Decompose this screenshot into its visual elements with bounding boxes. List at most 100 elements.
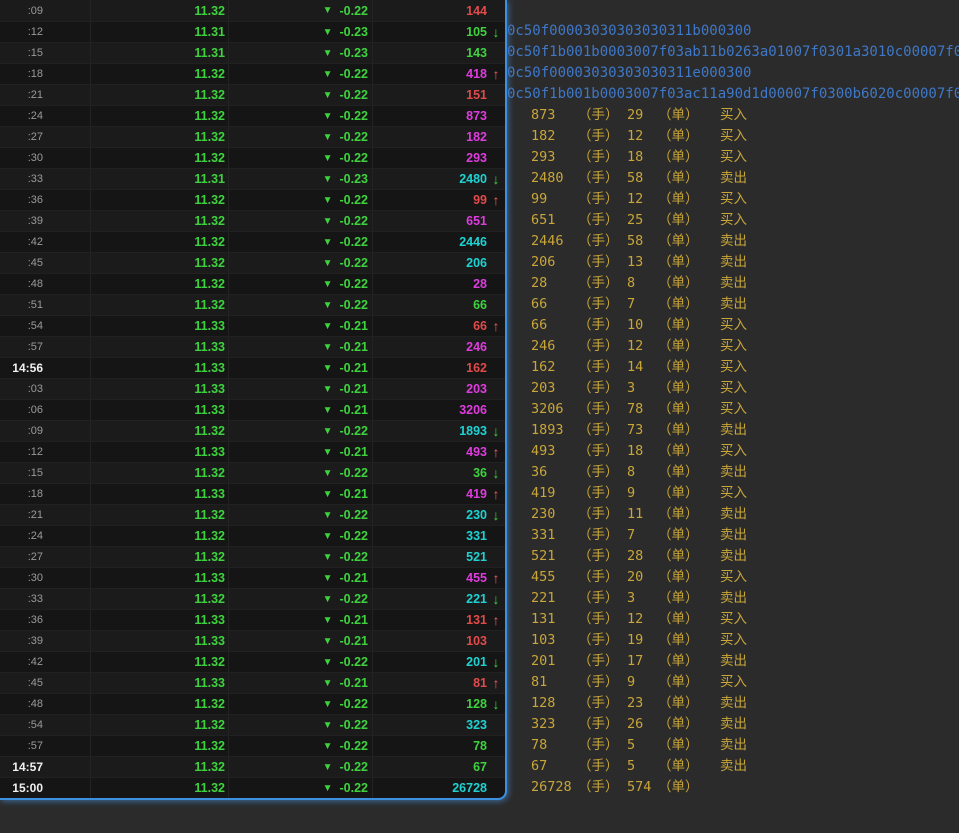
- detail-volume: 293: [531, 147, 578, 168]
- detail-direction: 买入: [720, 672, 747, 693]
- table-row[interactable]: :3911.33▼-0.21103: [0, 630, 505, 651]
- detail-volume: 28: [531, 273, 578, 294]
- price-change: ▼-0.23: [228, 43, 372, 63]
- hex-log: 0c50f00003030303030311b0003000c50f1b001b…: [507, 21, 959, 105]
- orders-label: （单）: [658, 693, 720, 714]
- down-triangle-icon: ▼: [323, 48, 333, 59]
- detail-volume: 81: [531, 672, 578, 693]
- trade-price: 11.32: [90, 757, 228, 777]
- trade-price: 11.32: [90, 148, 228, 168]
- detail-order-count: 8: [627, 273, 658, 294]
- detail-order-count: 29: [627, 105, 658, 126]
- table-row[interactable]: :2111.32▼-0.22151: [0, 84, 505, 105]
- lots-label: （手）: [578, 105, 627, 126]
- trade-volume: 99: [372, 190, 487, 210]
- trade-price: 11.31: [90, 43, 228, 63]
- detail-volume: 2446: [531, 231, 578, 252]
- table-row[interactable]: :0311.33▼-0.21203: [0, 378, 505, 399]
- orders-label: （单）: [658, 231, 720, 252]
- down-arrow-icon: ↓: [487, 22, 505, 42]
- table-row[interactable]: :3011.32▼-0.22293: [0, 147, 505, 168]
- table-row[interactable]: :3911.32▼-0.22651: [0, 210, 505, 231]
- detail-direction: 买入: [720, 147, 747, 168]
- table-row[interactable]: :5711.32▼-0.2278: [0, 735, 505, 756]
- detail-volume: 1893: [531, 420, 578, 441]
- detail-order-count: 28: [627, 546, 658, 567]
- detail-direction: 卖出: [720, 273, 747, 294]
- table-row[interactable]: :1211.33▼-0.21493↑: [0, 441, 505, 462]
- trade-volume: 3206: [372, 400, 487, 420]
- down-triangle-icon: ▼: [323, 594, 333, 605]
- table-row[interactable]: :2711.32▼-0.22521: [0, 546, 505, 567]
- price-change: ▼-0.22: [228, 0, 372, 21]
- price-change: ▼-0.23: [228, 169, 372, 189]
- table-row[interactable]: :4211.32▼-0.222446: [0, 231, 505, 252]
- trade-time: :24: [0, 106, 90, 126]
- table-row[interactable]: :1511.32▼-0.2236↓: [0, 462, 505, 483]
- hex-log-line: 0c50f1b001b0003007f03ab11b0263a01007f030…: [507, 42, 959, 63]
- trade-detail-line: 521（手）28（单）卖出: [507, 546, 959, 567]
- detail-order-count: 9: [627, 483, 658, 504]
- trade-price: 11.33: [90, 400, 228, 420]
- trade-price: 11.32: [90, 421, 228, 441]
- table-row[interactable]: 14:5611.33▼-0.21162: [0, 357, 505, 378]
- detail-order-count: 17: [627, 651, 658, 672]
- trade-price: 11.33: [90, 673, 228, 693]
- table-row[interactable]: :3611.32▼-0.2299↑: [0, 189, 505, 210]
- table-row[interactable]: :5111.32▼-0.2266: [0, 294, 505, 315]
- table-row[interactable]: :2411.32▼-0.22873: [0, 105, 505, 126]
- table-row[interactable]: :4511.32▼-0.22206: [0, 252, 505, 273]
- trade-price: 11.32: [90, 211, 228, 231]
- detail-direction: 卖出: [720, 546, 747, 567]
- table-row[interactable]: :1211.31▼-0.23105↓: [0, 21, 505, 42]
- table-row[interactable]: :5411.32▼-0.22323: [0, 714, 505, 735]
- trade-volume: 455: [372, 568, 487, 588]
- trade-volume: 221: [372, 589, 487, 609]
- trade-time: :57: [0, 337, 90, 357]
- detail-volume: 66: [531, 315, 578, 336]
- table-row[interactable]: :0911.32▼-0.221893↓: [0, 420, 505, 441]
- table-row[interactable]: :3311.32▼-0.22221↓: [0, 588, 505, 609]
- down-triangle-icon: ▼: [323, 342, 333, 353]
- trade-price: 11.33: [90, 610, 228, 630]
- table-row[interactable]: :5411.33▼-0.2166↑: [0, 315, 505, 336]
- orders-label: （单）: [658, 525, 720, 546]
- trade-volume: 144: [372, 0, 487, 21]
- table-row[interactable]: :4211.32▼-0.22201↓: [0, 651, 505, 672]
- trade-time: :48: [0, 694, 90, 714]
- down-triangle-icon: ▼: [323, 216, 333, 227]
- table-row[interactable]: :0611.33▼-0.213206: [0, 399, 505, 420]
- trade-price: 11.33: [90, 631, 228, 651]
- detail-order-count: 23: [627, 693, 658, 714]
- table-row[interactable]: :2411.32▼-0.22331: [0, 525, 505, 546]
- table-row[interactable]: 15:0011.32▼-0.2226728: [0, 777, 505, 798]
- table-row[interactable]: :3011.33▼-0.21455↑: [0, 567, 505, 588]
- detail-volume: 201: [531, 651, 578, 672]
- table-row[interactable]: :1511.31▼-0.23143: [0, 42, 505, 63]
- trade-price: 11.32: [90, 274, 228, 294]
- trade-time: :51: [0, 295, 90, 315]
- trade-volume: 162: [372, 358, 487, 378]
- table-row[interactable]: :4811.32▼-0.2228: [0, 273, 505, 294]
- table-row[interactable]: :1811.33▼-0.21419↑: [0, 483, 505, 504]
- table-row[interactable]: :3611.33▼-0.21131↑: [0, 609, 505, 630]
- lots-label: （手）: [578, 672, 627, 693]
- table-row[interactable]: :3311.31▼-0.232480↓: [0, 168, 505, 189]
- lots-label: （手）: [578, 525, 627, 546]
- orders-label: （单）: [658, 651, 720, 672]
- table-row[interactable]: :2711.32▼-0.22182: [0, 126, 505, 147]
- table-row[interactable]: :1811.32▼-0.22418↑: [0, 63, 505, 84]
- trade-detail-log: 873（手）29（单）买入182（手）12（单）买入293（手）18（单）买入2…: [507, 105, 959, 798]
- trade-detail-line: 1893（手）73（单）卖出: [507, 420, 959, 441]
- detail-volume: 3206: [531, 399, 578, 420]
- table-row[interactable]: 14:5711.32▼-0.2267: [0, 756, 505, 777]
- table-row[interactable]: :4511.33▼-0.2181↑: [0, 672, 505, 693]
- table-row[interactable]: :4811.32▼-0.22128↓: [0, 693, 505, 714]
- table-row[interactable]: :5711.33▼-0.21246: [0, 336, 505, 357]
- trade-volume: 206: [372, 253, 487, 273]
- detail-volume: 36: [531, 462, 578, 483]
- table-row[interactable]: :2111.32▼-0.22230↓: [0, 504, 505, 525]
- trade-price: 11.32: [90, 694, 228, 714]
- down-triangle-icon: ▼: [323, 636, 333, 647]
- table-row[interactable]: :0911.32▼-0.22144: [0, 0, 505, 21]
